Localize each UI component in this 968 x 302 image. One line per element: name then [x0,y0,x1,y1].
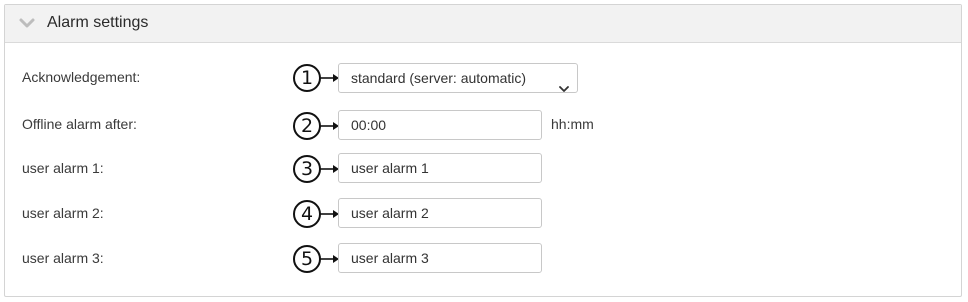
acknowledgement-select[interactable]: standard (server: automatic) [338,63,578,93]
user-alarm-3-input[interactable]: user alarm 3 [338,243,542,273]
acknowledgement-select-value: standard (server: automatic) [351,70,527,86]
user-alarm-3-label: user alarm 3: [22,250,104,266]
user-alarm-2-input[interactable]: user alarm 2 [338,198,542,228]
callout-3: 3 [292,152,342,186]
user-alarm-2-label: user alarm 2: [22,205,104,221]
chevron-down-icon [559,74,569,92]
user-alarm-1-label: user alarm 1: [22,160,104,176]
chevron-down-icon[interactable] [18,15,36,31]
callout-number: 2 [300,115,314,137]
callout-2: 2 [292,109,342,143]
callout-1: 1 [292,61,342,95]
callout-5: 5 [292,242,342,276]
acknowledgement-label: Acknowledgement: [22,69,141,85]
panel-header[interactable]: Alarm settings [5,5,961,43]
callout-4: 4 [292,197,342,231]
offline-alarm-label: Offline alarm after: [22,116,137,132]
time-format-unit: hh:mm [551,116,594,132]
callout-number: 5 [300,248,314,270]
user-alarm-1-input[interactable]: user alarm 1 [338,153,542,183]
callout-number: 1 [300,67,314,89]
offline-alarm-input[interactable]: 00:00 [338,110,542,140]
callout-number: 4 [300,203,314,225]
panel-title: Alarm settings [47,14,149,31]
callout-number: 3 [300,158,314,180]
